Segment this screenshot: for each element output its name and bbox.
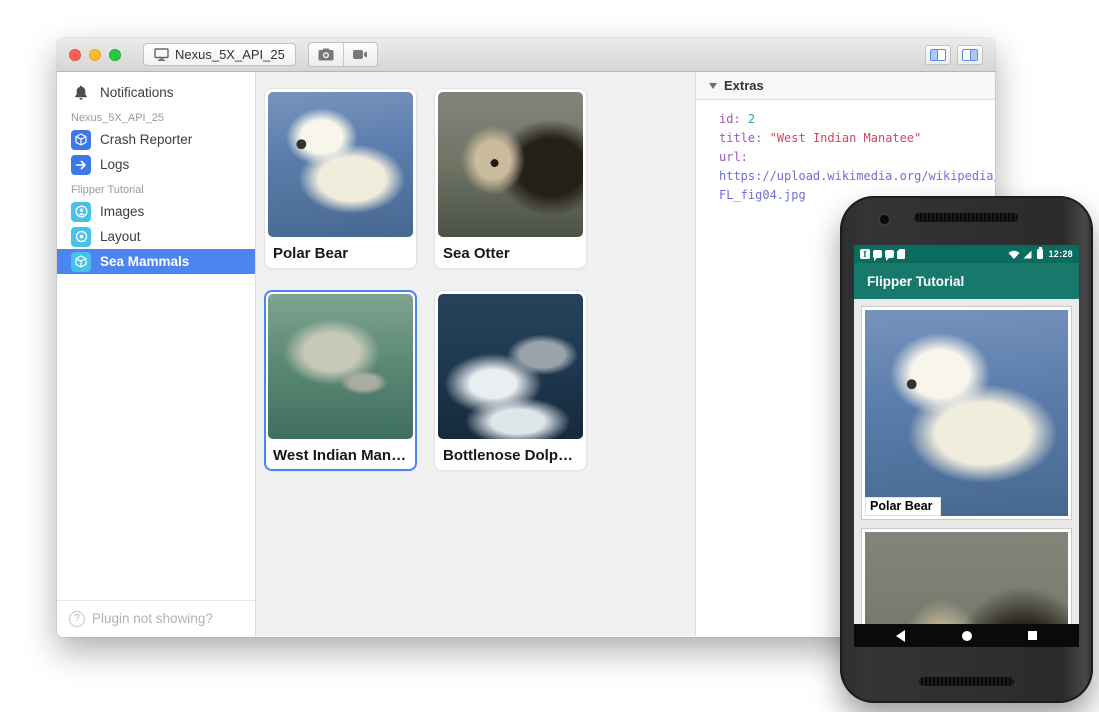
chat-icon [885,250,894,258]
back-icon[interactable] [896,630,905,642]
video-camera-icon [352,49,368,60]
phone-content: Polar Bear [854,299,1079,624]
sea-otter-image [865,532,1068,624]
card-grid: Polar Bear Sea Otter West Indian Manatee… [264,88,695,471]
front-camera-icon [880,215,889,224]
plugin-help-label: Plugin not showing? [92,611,213,626]
card-west-indian-manatee[interactable]: West Indian Manatee [264,290,417,471]
card-title: Bottlenose Dolphin [438,439,583,464]
sidebar-item-label: Images [100,204,144,219]
code-string: "West Indian Manatee" [770,131,922,145]
extras-header[interactable]: Extras [696,72,995,100]
battery-icon [1037,249,1043,259]
sidebar-item-sea-mammals[interactable]: Sea Mammals [57,249,255,274]
titlebar: Nexus_5X_API_25 [57,38,995,72]
earpiece-speaker [914,213,1018,222]
code-key: title: [719,131,762,145]
code-line-id: id: 2 [719,110,995,129]
recents-icon[interactable] [1028,631,1037,640]
code-line-title: title: "West Indian Manatee" [719,129,995,148]
extras-header-label: Extras [724,78,764,93]
phone-nav-bar [854,624,1079,647]
minimize-button[interactable] [89,49,101,61]
polar-bear-image [268,92,413,237]
sidebar-item-notifications[interactable]: Notifications [57,80,255,105]
chat-icon [873,250,882,258]
home-icon[interactable] [962,631,972,641]
close-button[interactable] [69,49,81,61]
traffic-lights [69,49,121,61]
facebook-icon: f [860,249,870,259]
dolphin-image [438,294,583,439]
wifi-icon [1008,250,1020,259]
toggle-left-panel-button[interactable] [925,45,951,65]
cube-icon [71,252,91,272]
card-polar-bear[interactable]: Polar Bear [264,88,417,269]
device-selector-button[interactable]: Nexus_5X_API_25 [143,43,296,66]
phone-card-sea-otter[interactable] [861,528,1072,624]
panel-left-icon [930,49,946,61]
code-url: FL_fig04.jpg [719,188,806,202]
screen-record-button[interactable] [343,43,377,66]
cellular-icon [1023,250,1032,259]
sea-otter-image [438,92,583,237]
phone-card-label: Polar Bear [865,497,941,516]
panel-right-icon [962,49,978,61]
card-sea-otter[interactable]: Sea Otter [434,88,587,269]
manatee-image [268,294,413,439]
status-bar-time: 12:28 [1048,249,1073,259]
card-title: Sea Otter [438,237,583,262]
target-icon [71,227,91,247]
sidebar-section-tutorial: Flipper Tutorial [57,177,255,199]
sd-card-icon [897,249,905,259]
phone-screen: f 12:28 Flipper Tutorial [854,245,1079,647]
card-title: West Indian Manatee [268,439,413,464]
sidebar-item-images[interactable]: Images [57,199,255,224]
phone-card-polar-bear[interactable]: Polar Bear [861,306,1072,520]
arrow-right-icon [71,155,91,175]
extras-code: id: 2 title: "West Indian Manatee" url: … [696,100,995,205]
sidebar-item-label: Layout [100,229,141,244]
sidebar-item-crash-reporter[interactable]: Crash Reporter [57,127,255,152]
sidebar-item-label: Crash Reporter [100,132,192,147]
screenshot-button[interactable] [309,43,343,66]
bottom-speaker [919,677,1014,686]
device-selector-label: Nexus_5X_API_25 [175,47,285,62]
sidebar-item-label: Notifications [100,85,174,100]
code-line-url-1: https://upload.wikimedia.org/wikipedia/c… [719,167,995,186]
android-phone: f 12:28 Flipper Tutorial [840,196,1093,703]
bell-icon [71,85,91,100]
card-bottlenose-dolphin[interactable]: Bottlenose Dolphin [434,290,587,471]
polar-bear-image [865,310,1068,516]
phone-status-bar: f 12:28 [854,245,1079,263]
main-content: Polar Bear Sea Otter West Indian Manatee… [256,72,695,636]
monitor-icon [154,48,169,61]
cube-icon [71,130,91,150]
plugin-help-link[interactable]: ? Plugin not showing? [57,600,255,636]
stage: Nexus_5X_API_25 [0,0,1099,712]
code-key: id: [719,112,741,126]
camera-icon [318,48,334,61]
code-key: url: [719,150,748,164]
phone-app-bar: Flipper Tutorial [854,263,1079,299]
panel-toggles [925,45,983,65]
code-number: 2 [748,112,755,126]
phone-app-title: Flipper Tutorial [867,274,964,289]
card-title: Polar Bear [268,237,413,262]
sidebar-item-layout[interactable]: Layout [57,224,255,249]
question-circle-icon: ? [69,611,85,627]
sidebar-item-label: Sea Mammals [100,254,189,269]
sidebar-item-label: Logs [100,157,129,172]
toggle-right-panel-button[interactable] [957,45,983,65]
avatar-circle-icon [71,202,91,222]
capture-controls [308,42,378,67]
code-line-url-key: url: [719,148,995,167]
sidebar-section-device: Nexus_5X_API_25 [57,105,255,127]
sidebar: Notifications Nexus_5X_API_25 Crash Repo… [57,72,256,636]
code-url: https://upload.wikimedia.org/wikipedia/c… [719,169,995,183]
triangle-down-icon [709,83,717,89]
sidebar-item-logs[interactable]: Logs [57,152,255,177]
zoom-button[interactable] [109,49,121,61]
